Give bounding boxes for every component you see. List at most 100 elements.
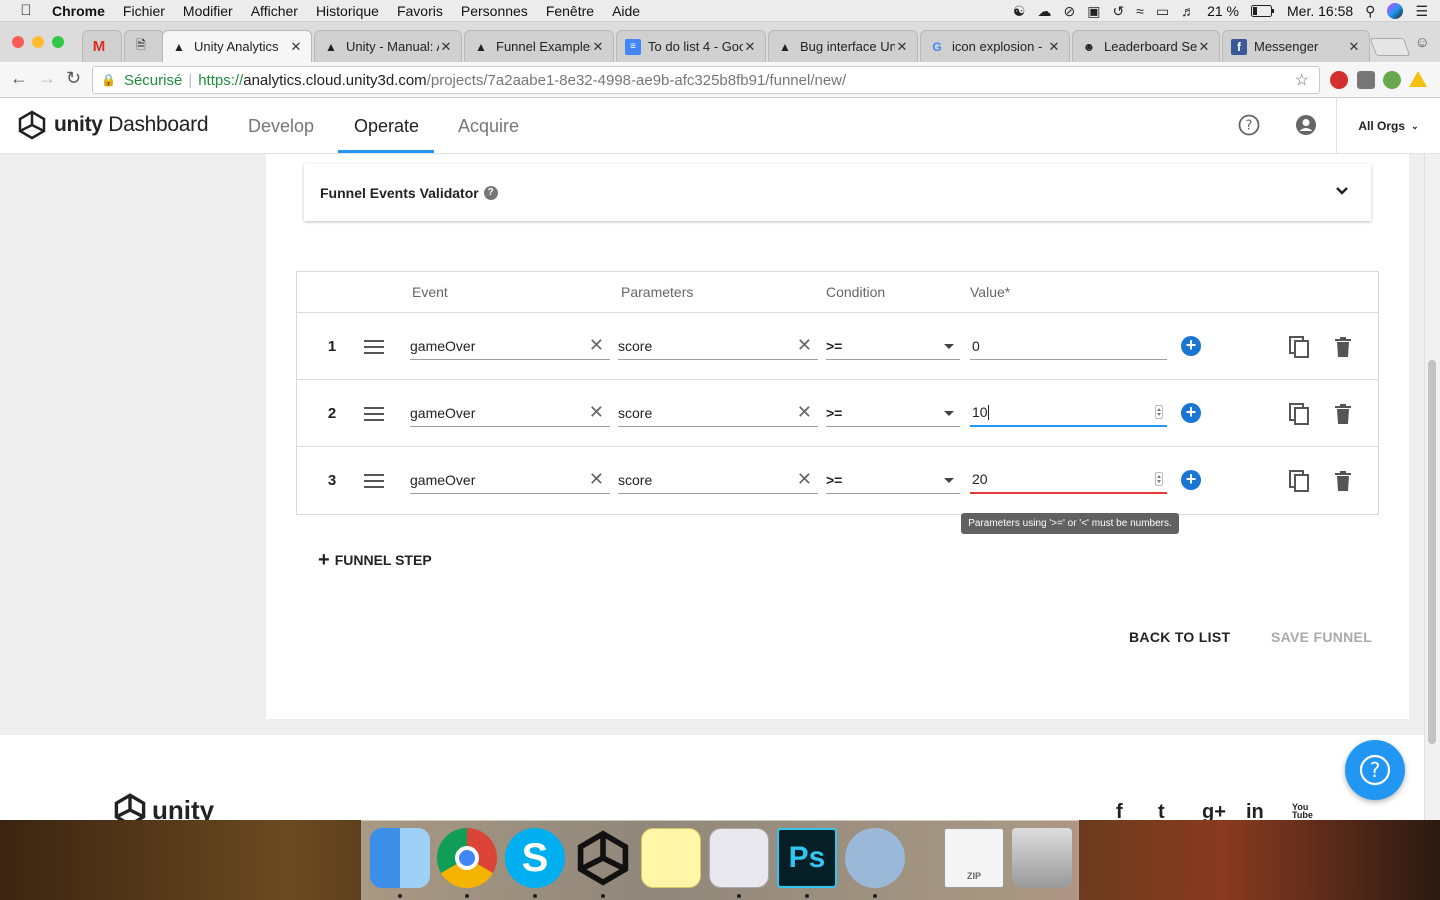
help-circle-icon[interactable]: ? — [1238, 114, 1260, 136]
copy-icon[interactable] — [1288, 335, 1310, 359]
condition-select[interactable]: >= — [826, 399, 960, 427]
reload-icon[interactable]: ↻ — [66, 68, 81, 89]
notification-center-icon[interactable]: ☰ — [1415, 3, 1428, 20]
nav-acquire[interactable]: Acquire — [458, 116, 519, 137]
clear-icon[interactable]: ✕ — [589, 336, 604, 354]
trash-icon[interactable] — [1333, 336, 1353, 358]
finder-icon[interactable] — [370, 828, 430, 888]
cloud-upload-icon[interactable]: ☁ — [1037, 3, 1051, 20]
clear-icon[interactable]: ✕ — [589, 403, 604, 421]
evernote-extension-icon[interactable] — [1383, 71, 1401, 89]
forward-arrow-icon[interactable]: → — [38, 68, 56, 89]
nav-operate[interactable]: Operate — [354, 116, 419, 137]
menu-favoris[interactable]: Favoris — [397, 3, 443, 19]
menu-historique[interactable]: Historique — [316, 3, 379, 19]
back-to-list-button[interactable]: BACK TO LIST — [1129, 629, 1230, 645]
scrollbar-thumb[interactable] — [1428, 360, 1436, 744]
nav-develop[interactable]: Develop — [248, 116, 314, 137]
tab-messenger[interactable]: f Messenger ✕ — [1222, 30, 1370, 62]
clear-icon[interactable]: ✕ — [797, 403, 812, 421]
add-funnel-step-button[interactable]: + FUNNEL STEP — [318, 550, 432, 570]
clear-icon[interactable]: ✕ — [797, 336, 812, 354]
siri-icon[interactable] — [1387, 3, 1404, 19]
pocket-extension-icon[interactable] — [1357, 71, 1375, 89]
clear-icon[interactable]: ✕ — [797, 470, 812, 488]
zip-archive-icon[interactable]: ZIP — [944, 828, 1004, 888]
window-close-button[interactable] — [12, 36, 24, 48]
copy-icon[interactable] — [1288, 402, 1310, 426]
time-machine-icon[interactable]: ↺ — [1112, 3, 1124, 20]
tab-icon-explosion[interactable]: G icon explosion - I ✕ — [920, 30, 1070, 62]
creative-cloud-icon[interactable]: ☯ — [1013, 3, 1026, 20]
add-condition-button[interactable]: + — [1181, 336, 1201, 356]
drag-handle-icon[interactable] — [364, 474, 384, 488]
tab-gmail[interactable]: M — [82, 30, 122, 62]
menu-fenetre[interactable]: Fenêtre — [546, 3, 594, 19]
chrome-icon[interactable] — [437, 828, 497, 888]
account-circle-icon[interactable] — [1295, 114, 1317, 136]
close-icon[interactable]: ✕ — [743, 39, 757, 55]
google-plus-icon[interactable]: g+ — [1202, 801, 1226, 820]
unity-hub-icon[interactable] — [845, 828, 905, 888]
tab-funnel-examples[interactable]: ▲ Funnel Examples ✕ — [464, 30, 614, 62]
back-arrow-icon[interactable]: ← — [10, 68, 28, 89]
bookmark-star-icon[interactable]: ☆ — [1295, 70, 1309, 90]
tab-document[interactable]: 🗎 — [124, 30, 164, 62]
number-spinner-icon[interactable] — [1155, 405, 1163, 419]
spotlight-search-icon[interactable]: ⚲ — [1365, 3, 1375, 20]
close-icon[interactable]: ✕ — [289, 39, 303, 55]
airplay-icon[interactable]: ▭ — [1156, 3, 1169, 20]
photoshop-icon[interactable]: Ps — [777, 828, 837, 888]
unity-app-icon[interactable] — [573, 828, 633, 888]
adblock-extension-icon[interactable] — [1330, 71, 1348, 89]
value-input[interactable]: 20 — [970, 466, 1167, 494]
drag-handle-icon[interactable] — [364, 407, 384, 421]
skype-icon[interactable]: S — [505, 828, 565, 888]
volume-icon[interactable]: ♬ — [1181, 3, 1195, 19]
funnel-events-validator[interactable]: Funnel Events Validator ? — [304, 164, 1371, 221]
close-icon[interactable]: ✕ — [591, 39, 605, 55]
monitor-icon[interactable]: ▣ — [1087, 3, 1100, 20]
window-minimize-button[interactable] — [32, 36, 44, 48]
youtube-icon[interactable]: You Tube — [1292, 803, 1313, 820]
event-field[interactable]: gameOver ✕ — [410, 332, 610, 360]
condition-select[interactable]: >= — [826, 466, 960, 494]
notes-icon[interactable] — [641, 828, 701, 888]
condition-select[interactable]: >= — [826, 332, 960, 360]
close-icon[interactable]: ✕ — [1197, 39, 1211, 55]
unity-dashboard-logo[interactable]: unity Dashboard — [18, 110, 209, 140]
menu-fichier[interactable]: Fichier — [123, 3, 165, 19]
tab-unity-analytics[interactable]: ▲ Unity Analytics ✕ — [162, 30, 312, 62]
save-funnel-button[interactable]: SAVE FUNNEL — [1271, 629, 1372, 645]
parameter-field[interactable]: score ✕ — [618, 466, 818, 494]
number-spinner-icon[interactable] — [1155, 472, 1163, 486]
parameter-field[interactable]: score ✕ — [618, 399, 818, 427]
value-input[interactable]: 0 — [970, 332, 1167, 360]
add-condition-button[interactable]: + — [1181, 470, 1201, 490]
new-tab-button[interactable] — [1369, 38, 1411, 56]
clear-icon[interactable]: ✕ — [589, 470, 604, 488]
drag-handle-icon[interactable] — [364, 340, 384, 354]
tab-leaderboard[interactable]: ☻ Leaderboard Set ✕ — [1072, 30, 1220, 62]
facebook-icon[interactable]: f — [1116, 801, 1123, 820]
menu-aide[interactable]: Aide — [612, 3, 640, 19]
chevron-down-icon[interactable] — [1335, 184, 1349, 198]
drive-extension-icon[interactable] — [1409, 71, 1427, 87]
apple-menu-icon[interactable]:  — [0, 2, 52, 19]
close-icon[interactable]: ✕ — [1047, 39, 1061, 55]
add-condition-button[interactable]: + — [1181, 403, 1201, 423]
tab-unity-manual[interactable]: ▲ Unity - Manual: A ✕ — [314, 30, 462, 62]
menu-afficher[interactable]: Afficher — [251, 3, 298, 19]
wifi-icon[interactable]: ≈ — [1136, 3, 1144, 19]
trash-icon[interactable] — [1333, 403, 1353, 425]
menu-modifier[interactable]: Modifier — [183, 3, 233, 19]
help-chat-button[interactable]: ? — [1345, 740, 1405, 800]
close-icon[interactable]: ✕ — [1347, 39, 1361, 55]
event-field[interactable]: gameOver ✕ — [410, 466, 610, 494]
menu-app-chrome[interactable]: Chrome — [52, 3, 105, 19]
battery-icon[interactable] — [1251, 5, 1275, 17]
twitter-icon[interactable]: t — [1158, 801, 1165, 820]
menu-personnes[interactable]: Personnes — [461, 3, 528, 19]
browser-profile-icon[interactable]: ☺ — [1415, 34, 1430, 51]
copy-icon[interactable] — [1288, 469, 1310, 493]
